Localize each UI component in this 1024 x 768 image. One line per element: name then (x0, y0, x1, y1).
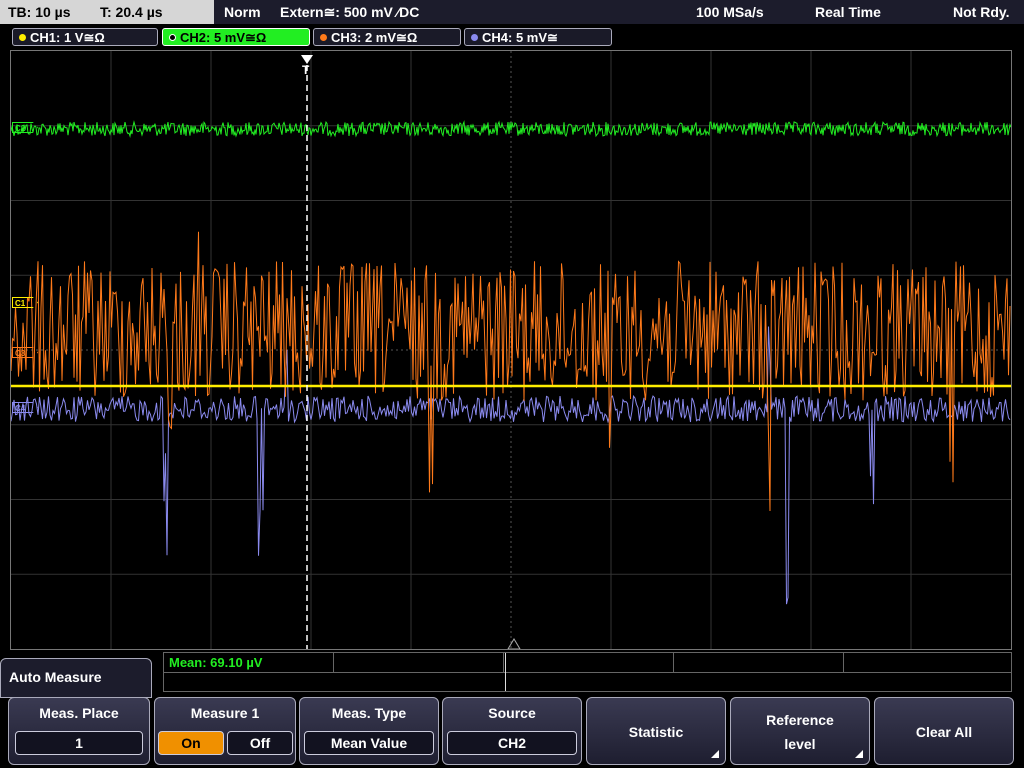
reference-level-softkey[interactable]: Reference level (730, 697, 870, 765)
ch1-ground-marker[interactable]: C1 (12, 297, 38, 308)
result-cell (673, 653, 844, 672)
meas-type-value[interactable]: Mean Value (304, 731, 434, 755)
submenu-corner-icon (855, 750, 863, 758)
meas-place-label: Meas. Place (39, 705, 119, 721)
trigger-source[interactable]: Extern≅: 500 mV ⁄DC (280, 0, 419, 24)
ch2-trace (11, 120, 1011, 138)
meas-type-softkey[interactable]: Meas. Type Mean Value (299, 697, 439, 765)
ch4-ground-marker[interactable]: C4 (12, 402, 38, 413)
measurement-result-panel: Mean: 69.10 µV (163, 652, 1012, 692)
source-value[interactable]: CH2 (447, 731, 577, 755)
tab-ch2[interactable]: CH2: 5 mV≅Ω (162, 28, 310, 46)
trigger-level-icon (507, 638, 521, 649)
timebase-label: TB: 10 µs (8, 4, 71, 20)
meas-place-softkey[interactable]: Meas. Place 1 (8, 697, 150, 765)
ch4-label: CH4: 5 mV≅ (482, 30, 558, 45)
measure1-on-button[interactable]: On (158, 731, 224, 755)
clear-all-softkey[interactable]: Clear All (874, 697, 1014, 765)
ch2-ground-marker[interactable]: C2 (12, 122, 38, 133)
ch2-dot-icon (169, 34, 176, 41)
source-label: Source (488, 705, 536, 721)
submenu-corner-icon (711, 750, 719, 758)
trigger-time-label: T: 20.4 µs (100, 4, 163, 20)
ch1-dot-icon (19, 34, 26, 41)
result-cell (503, 653, 674, 672)
measure1-softkey[interactable]: Measure 1 On Off (154, 697, 296, 765)
result-cell (843, 653, 1012, 672)
clear-all-label: Clear All (915, 724, 973, 740)
ch3-label: CH3: 2 mV≅Ω (331, 30, 418, 45)
mean-result: Mean: 69.10 µV (169, 655, 263, 670)
meas-type-label: Meas. Type (331, 705, 407, 721)
menu-title: Auto Measure (0, 658, 152, 698)
reference-label-line2: level (784, 736, 816, 752)
waveform-svg (11, 51, 1011, 649)
trigger-label: T (302, 63, 310, 77)
ch3-ground-marker[interactable]: C3 (12, 347, 38, 358)
tab-ch4[interactable]: CH4: 5 mV≅ (464, 28, 612, 46)
timebase-box[interactable]: TB: 10 µs T: 20.4 µs (0, 0, 214, 24)
measure1-off-button[interactable]: Off (227, 731, 293, 755)
graticule (11, 51, 1011, 649)
trigger-mode[interactable]: Norm (224, 0, 261, 24)
ch2-label: CH2: 5 mV≅Ω (180, 30, 267, 45)
tab-ch3[interactable]: CH3: 2 mV≅Ω (313, 28, 461, 46)
ch4-dot-icon (471, 34, 478, 41)
meas-place-value[interactable]: 1 (15, 731, 143, 755)
waveform-display[interactable]: T (10, 50, 1012, 650)
result-center-line (505, 653, 506, 691)
acquisition-mode: Real Time (815, 4, 881, 20)
statistic-softkey[interactable]: Statistic (586, 697, 726, 765)
result-divider (164, 672, 1011, 673)
source-softkey[interactable]: Source CH2 (442, 697, 582, 765)
reference-label-line1: Reference (766, 712, 834, 728)
measure1-label: Measure 1 (190, 705, 260, 721)
tab-ch1[interactable]: CH1: 1 V≅Ω (12, 28, 158, 46)
statistic-label: Statistic (628, 724, 684, 740)
result-cell (333, 653, 504, 672)
ch1-label: CH1: 1 V≅Ω (30, 30, 105, 45)
sample-rate: 100 MSa/s (696, 4, 764, 20)
ch3-dot-icon (320, 34, 327, 41)
trigger-status: Not Rdy. (953, 4, 1010, 20)
